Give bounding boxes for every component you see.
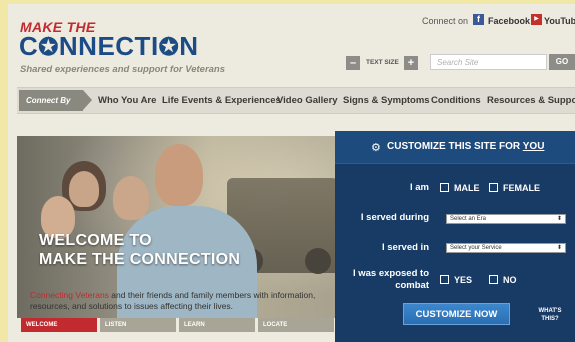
hero-welcome-line-1: WELCOME TO — [39, 232, 152, 249]
tab-locate[interactable]: LOCATE — [258, 318, 334, 332]
combat-yes-checkbox[interactable] — [440, 275, 449, 284]
nav-item-signs-symptoms[interactable]: Signs & Symptoms — [343, 95, 430, 106]
customize-title-bar: ⚙ CUSTOMIZE THIS SITE FOR YOU — [335, 131, 575, 164]
whats-this-line-2: THIS? — [541, 316, 559, 322]
connect-on-label: Connect on — [422, 16, 469, 26]
served-during-label: I served during — [360, 212, 429, 223]
hero-welcome-heading: WELCOME TO MAKE THE CONNECTION — [39, 231, 240, 269]
i-am-label: I am — [409, 182, 429, 193]
customize-panel: ⚙ CUSTOMIZE THIS SITE FOR YOU I am MALE … — [335, 131, 575, 342]
tab-listen[interactable]: LISTEN — [100, 318, 176, 332]
nav-item-resources-support[interactable]: Resources & Support — [487, 95, 575, 106]
nav-connect-by-label: Connect By — [19, 90, 83, 111]
hero-description-link[interactable]: Connecting Veterans — [30, 290, 109, 300]
nav-item-life-events[interactable]: Life Events & Experiences — [162, 95, 281, 106]
combat-yes-label[interactable]: YES — [454, 275, 472, 285]
youtube-icon[interactable]: ▶ — [531, 14, 542, 25]
customize-now-button[interactable]: CUSTOMIZE NOW — [403, 303, 510, 325]
exposed-combat-label: I was exposed to combat — [335, 268, 429, 292]
facebook-link[interactable]: Facebook — [488, 16, 530, 26]
nav-item-conditions[interactable]: Conditions — [431, 95, 481, 106]
logo-letter-n: N — [179, 31, 199, 61]
search-go-button[interactable]: GO — [549, 54, 575, 70]
logo-main-text[interactable]: C✪NNECTI✪N — [19, 31, 199, 63]
logo-star-o-icon-2: ✪ — [158, 34, 180, 61]
main-nav: Connect By Who You Are Life Events & Exp… — [17, 87, 575, 114]
hero-person-boy — [113, 176, 149, 220]
customize-title-you: YOU — [522, 141, 545, 152]
chevron-updown-icon: ⬍ — [556, 245, 562, 251]
page: MAKE THE C✪NNECTI✪N Shared experiences a… — [8, 4, 575, 342]
female-checkbox[interactable] — [489, 183, 498, 192]
exposed-combat-label-line-2: combat — [395, 280, 429, 291]
male-label[interactable]: MALE — [454, 183, 480, 193]
customize-title: CUSTOMIZE THIS SITE FOR YOU — [387, 141, 544, 152]
search-input[interactable] — [430, 54, 547, 70]
hero-description: Connecting Veterans and their friends an… — [30, 290, 330, 312]
nav-item-who-you-are[interactable]: Who You Are — [98, 95, 156, 106]
tab-welcome[interactable]: WELCOME — [21, 318, 97, 332]
hero-person-man-head — [155, 144, 203, 206]
text-size-increase-button[interactable]: + — [404, 56, 418, 70]
female-label[interactable]: FEMALE — [503, 183, 540, 193]
nav-item-video-gallery[interactable]: Video Gallery — [277, 95, 338, 106]
vehicle-wheel — [305, 248, 331, 274]
facebook-icon[interactable]: f — [473, 14, 484, 25]
text-size-label: TEXT SIZE — [366, 59, 399, 66]
nav-arrow-shape — [83, 90, 92, 110]
served-in-label: I served in — [382, 242, 429, 253]
chevron-updown-icon: ⬍ — [556, 216, 562, 222]
text-size-decrease-button[interactable]: – — [346, 56, 360, 70]
logo-star-o-icon: ✪ — [38, 34, 59, 61]
hero-person-woman-face — [69, 171, 99, 207]
exposed-combat-label-line-1: I was exposed to — [352, 268, 429, 279]
service-select[interactable]: Select your Service ⬍ — [446, 243, 566, 253]
youtube-link[interactable]: YouTube — [544, 16, 575, 26]
era-select-value: Select an Era — [450, 216, 487, 222]
logo-letter-c: C — [19, 31, 39, 61]
tagline: Shared experiences and support for Veter… — [20, 64, 226, 75]
combat-no-checkbox[interactable] — [489, 275, 498, 284]
service-select-value: Select your Service — [450, 245, 502, 251]
logo-letters-mid: NNECTI — [58, 31, 159, 61]
whats-this-link[interactable]: WHAT'S THIS? — [535, 307, 565, 323]
gear-icon: ⚙ — [371, 142, 381, 154]
customize-title-prefix: CUSTOMIZE THIS SITE FOR — [387, 141, 523, 152]
hero-welcome-line-2: MAKE THE CONNECTION — [39, 251, 241, 268]
male-checkbox[interactable] — [440, 183, 449, 192]
combat-no-label[interactable]: NO — [503, 275, 517, 285]
whats-this-line-1: WHAT'S — [538, 308, 562, 314]
tab-learn[interactable]: LEARN — [179, 318, 255, 332]
era-select[interactable]: Select an Era ⬍ — [446, 214, 566, 224]
